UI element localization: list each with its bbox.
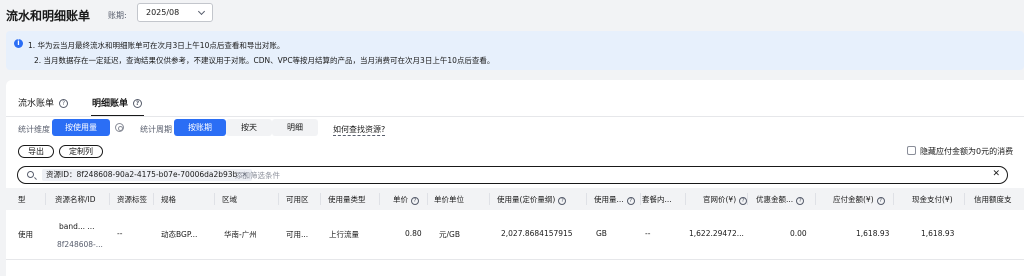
tab-detail-bill[interactable]: 明细账单?: [92, 96, 143, 109]
help-icon[interactable]: ?: [411, 197, 419, 205]
help-icon[interactable]: ?: [133, 99, 143, 108]
col-usage-type: 使用量类型: [328, 195, 366, 204]
col-cash: 现金支付(¥): [912, 195, 953, 204]
cell-type: 使用: [18, 230, 33, 239]
how-to-find-resource-link[interactable]: 如何查找资源?: [333, 124, 386, 136]
notice-line-2: 2. 当月数据存在一定延迟，查询结果仅供参考，不建议用于对账。CDN、VPC等按…: [34, 56, 495, 65]
col-payable: 应付金额(¥)?: [833, 194, 885, 205]
help-icon[interactable]: ?: [796, 197, 805, 205]
help-icon[interactable]: ?: [626, 197, 635, 205]
col-usage-unit-label: 使用量...: [594, 195, 624, 204]
col-price-unit: 单价单位: [434, 195, 464, 204]
column-divider: [685, 193, 686, 205]
hide-zero-checkbox[interactable]: [907, 146, 916, 155]
column-divider: [45, 193, 46, 205]
column-divider: [379, 193, 380, 205]
cell-price-unit: 元/GB: [439, 230, 460, 239]
cell-package: --: [645, 229, 651, 238]
dimension-usage-button[interactable]: 按使用量: [52, 119, 110, 136]
col-type: 型: [18, 195, 26, 204]
column-divider: [815, 193, 816, 205]
help-icon[interactable]: ?: [558, 197, 567, 205]
filter-tag: 资源ID：8f248608-90a2-4175-b07e-70006da2b93…: [42, 169, 252, 181]
period-select[interactable]: 2025/08: [137, 3, 213, 22]
col-region: 区域: [222, 195, 237, 204]
filter-tag-text: 资源ID：8f248608-90a2-4175-b07e-70006da2b93…: [46, 170, 238, 179]
col-list-price: 官网价(¥)?: [703, 194, 748, 205]
cell-list-price: 1,622.29472...: [689, 229, 744, 238]
cell-payable: 1,618.93: [856, 229, 890, 238]
clear-icon[interactable]: ✕: [992, 169, 1000, 179]
tab-flow-bill[interactable]: 流水账单?: [18, 96, 69, 109]
col-usage-label: 使用量(定价量纲): [497, 195, 556, 204]
column-divider: [320, 193, 321, 205]
help-icon[interactable]: ?: [59, 99, 69, 108]
col-usage: 使用量(定价量纲)?: [497, 194, 567, 205]
column-divider: [964, 193, 965, 205]
column-divider: [214, 193, 215, 205]
column-divider: [893, 193, 894, 205]
col-unit-price: 单价?: [393, 194, 419, 205]
hide-zero-label: 隐藏应付金额为0元的消费: [920, 147, 1014, 156]
column-divider: [153, 193, 154, 205]
cell-az: 可用...: [286, 230, 309, 239]
col-usage-unit: 使用量...?: [594, 194, 635, 205]
tab-label: 流水账单: [18, 99, 55, 109]
col-payable-label: 应付金额(¥): [833, 195, 874, 204]
customize-columns-button[interactable]: 定制列: [59, 145, 103, 158]
cell-usage: 2,027.8684157915: [501, 229, 573, 238]
period-detail-button[interactable]: 明细: [272, 119, 318, 136]
col-discount-label: 优惠金额...: [756, 195, 794, 204]
cell-discount: 0.00: [790, 229, 807, 238]
col-unit-price-label: 单价: [393, 195, 408, 204]
cell-region: 华南-广州: [224, 230, 257, 239]
period-label: 账期:: [108, 11, 127, 20]
cell-resource-id: 8f248608-...: [57, 240, 103, 249]
tab-divider: [6, 116, 1024, 117]
period-stat-label: 统计周期: [140, 125, 172, 134]
col-resource-name: 资源名称/ID: [55, 195, 96, 204]
col-spec: 规格: [161, 195, 176, 204]
gear-icon[interactable]: [115, 123, 124, 132]
col-discount: 优惠金额...?: [756, 194, 805, 205]
search-placeholder[interactable]: 添加筛选条件: [235, 170, 280, 181]
filter-search-bar[interactable]: 资源ID：8f248608-90a2-4175-b07e-70006da2b93…: [17, 166, 1008, 184]
notice-line-1: 1. 华为云当月最终流水和明细账单可在次月3日上午10点后查看和导出对账。: [28, 41, 285, 50]
info-notice: i 1. 华为云当月最终流水和明细账单可在次月3日上午10点后查看和导出对账。 …: [6, 31, 1024, 70]
col-list-price-label: 官网价(¥): [703, 195, 737, 204]
help-icon[interactable]: ?: [739, 197, 748, 205]
dimension-label: 统计维度: [18, 125, 50, 134]
help-icon[interactable]: ?: [876, 197, 885, 205]
tab-label: 明细账单: [92, 99, 129, 109]
cell-usage-type: 上行流量: [329, 230, 359, 239]
col-resource-tag: 资源标签: [117, 195, 147, 204]
period-day-button[interactable]: 按天: [226, 119, 272, 136]
column-divider: [747, 193, 748, 205]
column-divider: [427, 193, 428, 205]
column-divider: [489, 193, 490, 205]
column-divider: [640, 193, 641, 205]
col-package: 套餐内...: [642, 195, 672, 204]
column-divider: [278, 193, 279, 205]
cell-resource-tag: --: [117, 229, 123, 238]
period-value: 2025/08: [146, 8, 180, 17]
cell-resource-name[interactable]: band... ...: [59, 222, 95, 231]
info-icon: i: [14, 39, 23, 48]
search-icon: [27, 171, 34, 178]
cell-usage-unit: GB: [596, 229, 607, 238]
page-title: 流水和明细账单: [6, 9, 91, 23]
cell-spec: 动态BGP...: [161, 230, 198, 239]
period-billing-button[interactable]: 按账期: [174, 119, 226, 136]
row-divider: [6, 259, 1024, 260]
cell-unit-price: 0.80: [405, 229, 422, 238]
chevron-down-icon: [197, 7, 206, 16]
export-button[interactable]: 导出: [18, 145, 54, 158]
col-credit: 信用额度支: [974, 195, 1012, 204]
column-divider: [109, 193, 110, 205]
cell-cash: 1,618.93: [921, 229, 955, 238]
column-divider: [586, 193, 587, 205]
col-az: 可用区: [286, 195, 309, 204]
